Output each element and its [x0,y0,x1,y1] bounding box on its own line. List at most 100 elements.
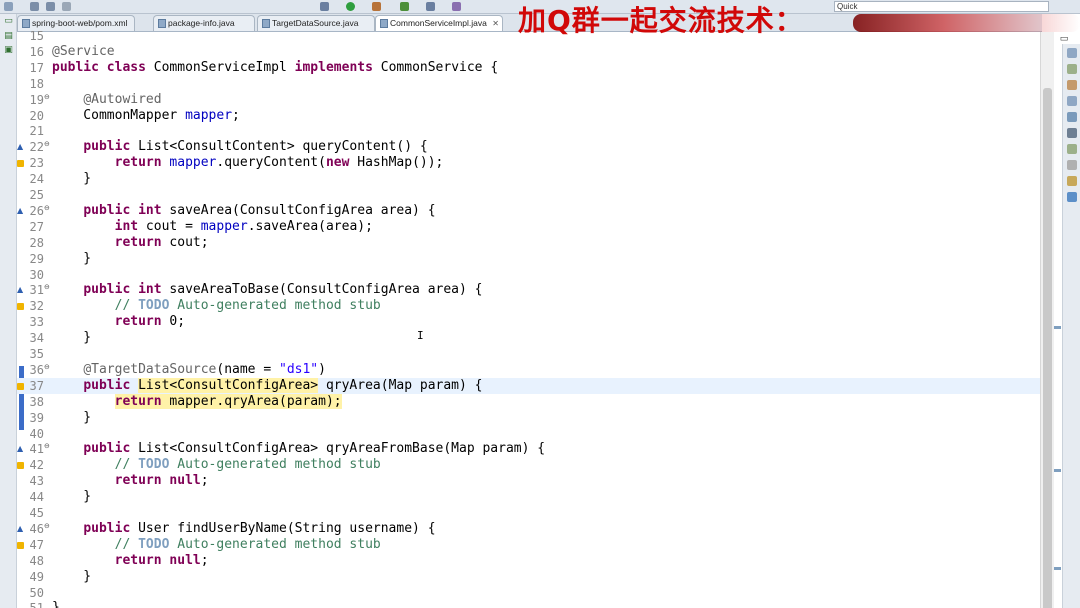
code-token: CommonServiceImpl [145,59,295,75]
code-line[interactable]: 40 [17,426,1040,442]
code-line[interactable]: 48 return null; [17,553,1040,569]
servers-icon[interactable] [1067,160,1077,170]
code-line[interactable]: 18 [17,76,1040,92]
code-line[interactable]: 24 } [17,171,1040,187]
code-line[interactable]: 49 } [17,569,1040,585]
code-line[interactable]: 46 ⊖ ▲ public User findUserByName(String u… [17,521,1040,537]
code-editor[interactable]: 15 16 @Service 17 public class CommonService… [17,29,1040,608]
code-line[interactable]: 50 [17,585,1040,601]
external-tools-icon[interactable] [372,2,381,11]
todo-marker[interactable] [1054,326,1061,329]
line-number: 40 [29,426,44,441]
code-token: Auto-generated method stub [169,536,381,552]
code-line[interactable]: 42 // TODO Auto-generated method stub [17,457,1040,473]
code-line[interactable]: 45 [17,505,1040,521]
code-text: } [52,330,91,346]
code-line[interactable]: 47 // TODO Auto-generated method stub [17,537,1040,553]
search-icon[interactable] [452,2,461,11]
code-line[interactable]: 39 } [17,410,1040,426]
code-text: public List<ConsultContent> queryContent… [52,139,427,155]
code-line[interactable]: 34 } [17,330,1040,346]
code-line[interactable]: 33 return 0; [17,314,1040,330]
todo-marker[interactable] [1054,469,1061,472]
code-line[interactable]: 20 CommonMapper mapper; [17,108,1040,124]
line-number: 17 [29,60,44,75]
code-line[interactable]: 17 public class CommonServiceImpl impleme… [17,60,1040,76]
code-token: CommonMapper [52,107,186,123]
code-token: } [52,568,92,584]
code-text: @Service [52,44,115,60]
scrollbar-thumb[interactable] [1043,88,1052,608]
code-line[interactable]: 22 ⊖ ▲ public List<ConsultContent> queryCo… [17,139,1040,155]
fold-toggle-icon[interactable]: ⊖ [44,204,50,212]
watermark-banner: 加Q群一起交流技术： [518,4,1080,38]
overview-ruler [1054,44,1062,608]
override-marker-icon: ▲ [17,205,24,215]
print-icon[interactable] [62,2,71,11]
fold-toggle-icon[interactable]: ⊖ [44,283,50,291]
vertical-scrollbar[interactable] [1040,32,1054,608]
code-line[interactable]: 29 } [17,251,1040,267]
code-line[interactable]: 43 return null; [17,473,1040,489]
progress-icon[interactable] [1067,144,1077,154]
history-icon[interactable] [1067,192,1077,202]
code-token: implements [294,59,373,75]
todo-marker[interactable] [1054,567,1061,570]
code-token: // [114,536,139,552]
console-icon[interactable] [1067,128,1077,138]
code-line[interactable]: 44 } [17,489,1040,505]
save-all-icon[interactable] [46,2,55,11]
code-line[interactable]: 37 public List<ConsultConfigArea> qryAre… [17,377,1040,394]
outline-icon[interactable] [1067,48,1077,58]
debug-icon[interactable] [320,2,329,11]
code-token: class [106,59,146,75]
code-line[interactable]: 25 [17,187,1040,203]
run-icon[interactable] [346,2,355,11]
hierarchy-icon[interactable]: ▣ [4,46,13,55]
task-list-icon[interactable] [1067,64,1077,74]
declaration-icon[interactable] [1067,112,1077,122]
code-token: Auto-generated method stub [169,298,381,314]
code-line[interactable]: 36 ⊖ @TargetDataSource(name = "ds1") [17,362,1040,378]
code-line[interactable]: 51} [17,600,1040,608]
fold-toggle-icon[interactable]: ⊖ [44,93,50,101]
line-number: 20 [29,108,44,123]
package-explorer-icon[interactable]: ▤ [4,32,13,41]
code-line[interactable]: 35 [17,346,1040,362]
fold-toggle-icon[interactable]: ⊖ [44,363,50,371]
javadoc-icon[interactable] [1067,96,1077,106]
code-line[interactable]: 28 return cout; [17,235,1040,251]
code-line[interactable]: 21 [17,123,1040,139]
open-type-icon[interactable] [426,2,435,11]
new-class-icon[interactable] [400,2,409,11]
restore-icon[interactable]: ▭ [4,17,13,26]
code-line[interactable]: 32 // TODO Auto-generated method stub [17,298,1040,314]
problems-icon[interactable] [1067,80,1077,90]
tab-label: CommonServiceImpl.java [390,18,487,28]
line-number: 22 [29,140,44,155]
line-number: 31 [29,283,44,298]
code-line[interactable]: 16 @Service [17,44,1040,60]
fold-toggle-icon[interactable]: ⊖ [44,140,50,148]
code-text: @TargetDataSource(name = "ds1") [52,362,326,378]
search-view-icon[interactable] [1067,176,1077,186]
fold-toggle-icon[interactable]: ⊖ [44,442,50,450]
code-line[interactable]: 30 [17,267,1040,283]
code-line[interactable]: 27 int cout = mapper.saveArea(area); [17,219,1040,235]
code-line[interactable]: 26 ⊖ ▲ public int saveArea(ConsultConfigAr… [17,203,1040,219]
code-line[interactable]: 31 ⊖ ▲ public int saveAreaToBase(ConsultCo… [17,282,1040,298]
new-icon[interactable] [4,2,13,11]
code-line[interactable]: 19 ⊖ @Autowired [17,92,1040,108]
code-line[interactable]: 41 ⊖ ▲ public List<ConsultConfigArea> qryA… [17,441,1040,457]
save-icon[interactable] [30,2,39,11]
code-line[interactable]: 38 return mapper.qryArea(param); [17,393,1040,410]
fold-toggle-icon[interactable]: ⊖ [44,522,50,530]
line-number: 38 [29,394,44,409]
code-line[interactable]: 23 return mapper.queryContent(new HashMa… [17,155,1040,171]
code-text: } [52,569,91,585]
code-token: saveAreaToBase(ConsultConfigArea area) { [161,282,483,298]
